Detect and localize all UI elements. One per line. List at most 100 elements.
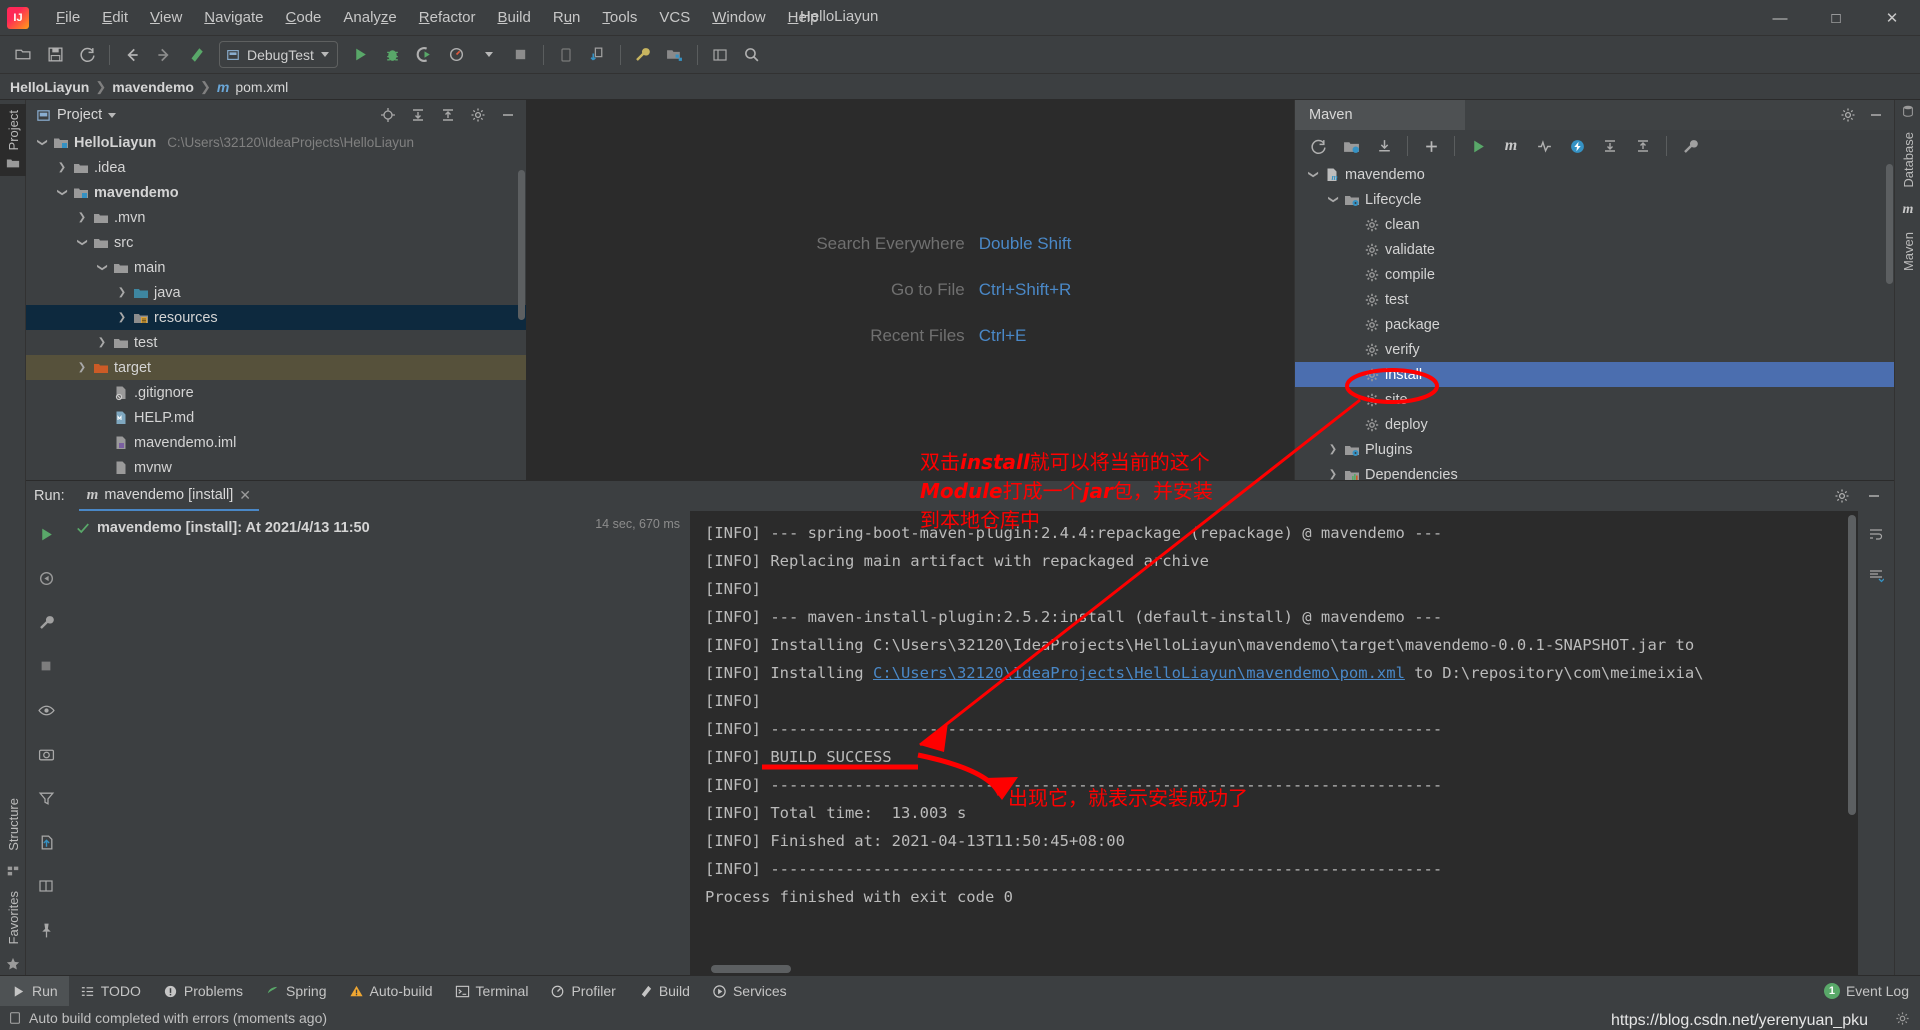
scroll-to-end-icon[interactable]: [1861, 561, 1891, 591]
soft-wrap-icon[interactable]: [1861, 519, 1891, 549]
execute-goal-icon[interactable]: [1562, 131, 1592, 161]
menu-item-vcs[interactable]: VCS: [648, 5, 701, 30]
sync-icon[interactable]: [72, 40, 102, 70]
menu-item-view[interactable]: View: [139, 5, 193, 30]
settings-wrench-icon[interactable]: [1675, 131, 1705, 161]
forward-icon[interactable]: [149, 40, 179, 70]
debug-icon[interactable]: [378, 40, 408, 70]
menu-item-refactor[interactable]: Refactor: [408, 5, 487, 30]
project-tree-row[interactable]: ❯ HelloLiayun C:\Users\32120\IdeaProjects\…: [26, 130, 526, 155]
project-tree-row[interactable]: .gitignore: [26, 380, 526, 405]
chevron-down-icon[interactable]: ❯: [57, 187, 68, 199]
bottom-bar-item-auto-build[interactable]: Auto-build: [338, 976, 444, 1007]
project-tree-row[interactable]: ❯ mavendemo: [26, 180, 526, 205]
maven-tree-row-dependencies[interactable]: ❯ Dependencies: [1295, 462, 1894, 481]
menu-item-window[interactable]: Window: [701, 5, 776, 30]
project-tree-row[interactable]: ❯ .mvn: [26, 205, 526, 230]
profile-icon[interactable]: [442, 40, 472, 70]
run-console-output[interactable]: [INFO] --- spring-boot-maven-plugin:2.4.…: [691, 511, 1858, 975]
breadcrumb-item-module[interactable]: mavendemo: [112, 79, 194, 95]
project-tree-row[interactable]: ❯ resources: [26, 305, 526, 330]
rail-button-project[interactable]: Project: [6, 104, 21, 156]
rerun-icon[interactable]: [31, 519, 61, 549]
close-button[interactable]: ✕: [1864, 0, 1920, 36]
project-tree-row[interactable]: ❯ main: [26, 255, 526, 280]
chevron-down-icon[interactable]: [108, 112, 117, 118]
hide-icon[interactable]: [1864, 103, 1888, 127]
close-icon[interactable]: ✕: [239, 487, 251, 504]
download-sources-icon[interactable]: [1369, 131, 1399, 161]
add-maven-project-icon[interactable]: [1336, 131, 1366, 161]
menu-item-build[interactable]: Build: [486, 5, 541, 30]
project-tree-scrollbar[interactable]: [518, 170, 525, 320]
maven-tree-row-deploy[interactable]: deploy: [1295, 412, 1894, 437]
run-icon[interactable]: [1463, 131, 1493, 161]
run-coverage-icon[interactable]: [410, 40, 440, 70]
chevron-down-icon[interactable]: ❯: [77, 237, 88, 249]
bottom-bar-item-build[interactable]: Build: [627, 976, 701, 1007]
locate-icon[interactable]: [376, 103, 400, 127]
reload-icon[interactable]: [1303, 131, 1333, 161]
search-icon[interactable]: [737, 40, 767, 70]
bottom-bar-item-problems[interactable]: Problems: [152, 976, 254, 1007]
collapse-all-icon[interactable]: [436, 103, 460, 127]
maven-tree[interactable]: ❯ m mavendemo ❯ Lifecycle clean validate compil…: [1295, 162, 1894, 480]
maven-tree-row-lifecycle[interactable]: ❯ Lifecycle: [1295, 187, 1894, 212]
event-log-button[interactable]: 1 Event Log: [1813, 976, 1920, 1007]
breadcrumb-item-project[interactable]: HelloLiayun: [10, 79, 89, 95]
console-scrollbar-horizontal[interactable]: [711, 965, 791, 973]
project-tree-row[interactable]: ❯ test: [26, 330, 526, 355]
maven-tree-row-mavendemo[interactable]: ❯ m mavendemo: [1295, 162, 1894, 187]
menu-item-file[interactable]: File: [45, 5, 91, 30]
gear-icon[interactable]: [1836, 103, 1860, 127]
project-tree-row[interactable]: mvnw: [26, 455, 526, 480]
build-hammer-icon[interactable]: [181, 40, 211, 70]
project-tree-row[interactable]: ❯ target: [26, 355, 526, 380]
chevron-down-icon[interactable]: ❯: [1308, 169, 1319, 181]
export-icon[interactable]: [31, 827, 61, 857]
menu-item-run[interactable]: Run: [542, 5, 592, 30]
chevron-right-icon[interactable]: ❯: [56, 162, 68, 173]
maven-tree-row-package[interactable]: package: [1295, 312, 1894, 337]
menu-item-code[interactable]: Code: [275, 5, 333, 30]
menu-item-edit[interactable]: Edit: [91, 5, 139, 30]
status-gear-icon[interactable]: [1895, 1011, 1910, 1026]
filter-icon[interactable]: [31, 783, 61, 813]
maven-tree-scrollbar[interactable]: [1886, 164, 1893, 284]
bottom-bar-item-profiler[interactable]: Profiler: [539, 976, 626, 1007]
maven-tab[interactable]: Maven: [1295, 100, 1465, 130]
stop-icon[interactable]: [506, 40, 536, 70]
add-icon[interactable]: [1416, 131, 1446, 161]
maven-m-icon[interactable]: m: [1496, 131, 1526, 161]
layout-icon[interactable]: [705, 40, 735, 70]
skip-tests-icon[interactable]: [1529, 131, 1559, 161]
chevron-right-icon[interactable]: ❯: [76, 212, 88, 223]
settings-wrench-icon[interactable]: [31, 607, 61, 637]
camera-icon[interactable]: [31, 739, 61, 769]
pin-icon[interactable]: [31, 915, 61, 945]
chevron-down-icon[interactable]: ❯: [97, 262, 108, 274]
maven-tree-row-verify[interactable]: verify: [1295, 337, 1894, 362]
chevron-right-icon[interactable]: ❯: [116, 287, 128, 298]
gear-icon[interactable]: [1830, 484, 1854, 508]
gear-icon[interactable]: [466, 103, 490, 127]
maven-tree-row-test[interactable]: test: [1295, 287, 1894, 312]
open-folder-icon[interactable]: [8, 40, 38, 70]
project-tree-row[interactable]: ❯ src: [26, 230, 526, 255]
rail-button-favorites[interactable]: Favorites: [6, 885, 21, 950]
chevron-right-icon[interactable]: ❯: [1327, 469, 1339, 480]
project-tree-row[interactable]: ❯ java: [26, 280, 526, 305]
maximize-button[interactable]: □: [1808, 0, 1864, 36]
maven-tree-row-compile[interactable]: compile: [1295, 262, 1894, 287]
menu-item-analyze[interactable]: Analyze: [332, 5, 407, 30]
layout-icon[interactable]: [31, 871, 61, 901]
back-icon[interactable]: [117, 40, 147, 70]
rail-button-structure[interactable]: Structure: [6, 792, 21, 857]
rail-button-maven[interactable]: Maven: [1901, 226, 1916, 277]
stop-icon[interactable]: [31, 651, 61, 681]
bottom-bar-item-spring[interactable]: Spring: [254, 976, 337, 1007]
eye-icon[interactable]: [31, 695, 61, 725]
maven-tree-row-clean[interactable]: clean: [1295, 212, 1894, 237]
hide-icon[interactable]: [496, 103, 520, 127]
settings-wrench-icon[interactable]: [628, 40, 658, 70]
